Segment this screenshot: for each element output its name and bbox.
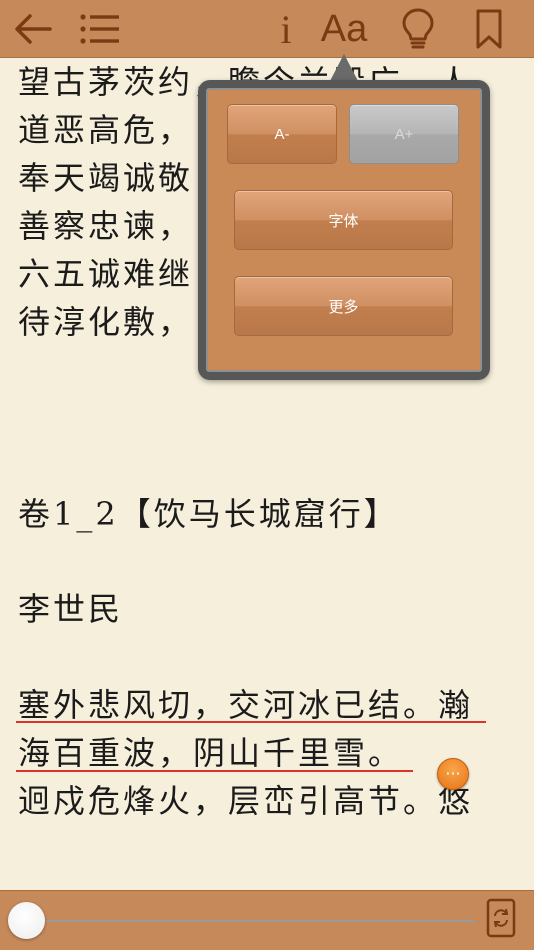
text-line: 道恶高危， xyxy=(18,111,194,149)
more-button[interactable]: 更多 xyxy=(234,276,453,336)
font-typeface-button[interactable]: 字体 xyxy=(234,190,453,250)
bookmark-icon[interactable] xyxy=(472,8,506,50)
more-dots-icon: ··· xyxy=(445,764,461,783)
increase-font-button[interactable]: A+ xyxy=(349,104,459,164)
text-line: 善察忠谏， xyxy=(18,207,194,245)
top-toolbar: i Aa xyxy=(0,0,534,58)
info-label: i xyxy=(280,6,292,52)
font-typeface-label: 字体 xyxy=(328,212,359,230)
text-line: 六五诚难继 xyxy=(18,255,194,293)
list-icon[interactable] xyxy=(78,8,122,50)
rotate-screen-icon[interactable] xyxy=(486,898,516,938)
back-arrow-icon[interactable] xyxy=(8,8,56,50)
highlight-underline[interactable] xyxy=(16,721,486,723)
decrease-font-label: A- xyxy=(274,125,290,143)
bottom-toolbar xyxy=(0,890,534,950)
text-line: 迥戍危烽火，层峦引高节。悠 xyxy=(18,782,474,820)
font-settings-popup: A- A+ 字体 更多 xyxy=(198,80,490,380)
progress-slider-track[interactable] xyxy=(26,920,474,922)
decrease-font-button[interactable]: A- xyxy=(227,104,337,164)
increase-font-label: A+ xyxy=(394,125,414,143)
author-name: 李世民 xyxy=(18,590,124,628)
font-settings-label: Aa xyxy=(320,7,368,50)
lightbulb-icon[interactable] xyxy=(398,8,438,50)
more-label: 更多 xyxy=(328,298,359,316)
highlight-underline[interactable] xyxy=(16,770,413,772)
progress-slider-knob[interactable] xyxy=(7,902,45,939)
font-settings-button[interactable]: Aa xyxy=(318,8,370,50)
text-line: 待淳化敷， xyxy=(18,303,194,341)
chapter-title: 卷1_2【饮马长城窟行】 xyxy=(18,495,399,533)
popup-panel: A- A+ 字体 更多 xyxy=(206,88,482,372)
note-menu-button[interactable]: ··· xyxy=(437,758,469,790)
info-button[interactable]: i xyxy=(270,6,302,52)
popup-arrow xyxy=(330,54,358,81)
text-line: 奉天竭诚敬 xyxy=(18,159,194,197)
